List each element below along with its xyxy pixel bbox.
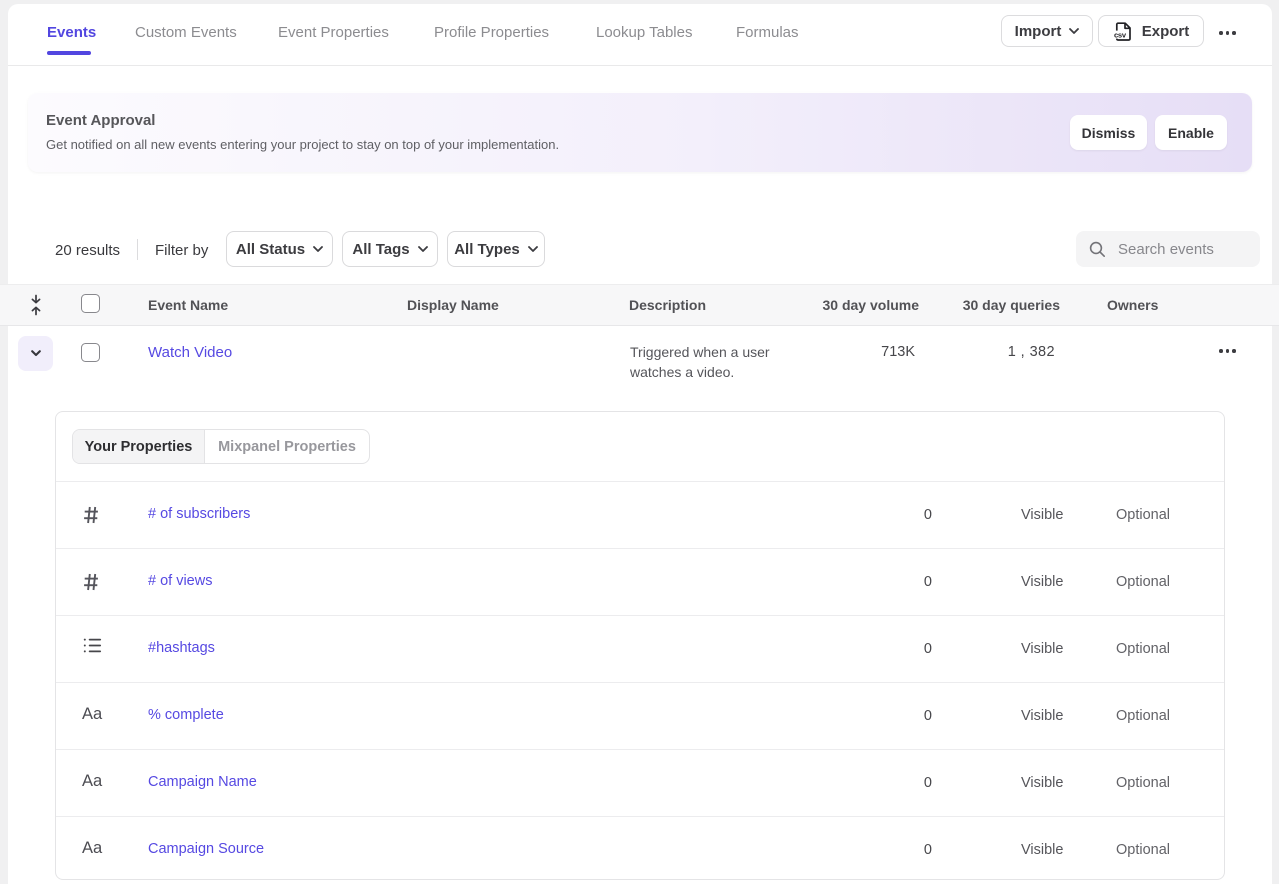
svg-text:csv: csv <box>1114 30 1127 39</box>
